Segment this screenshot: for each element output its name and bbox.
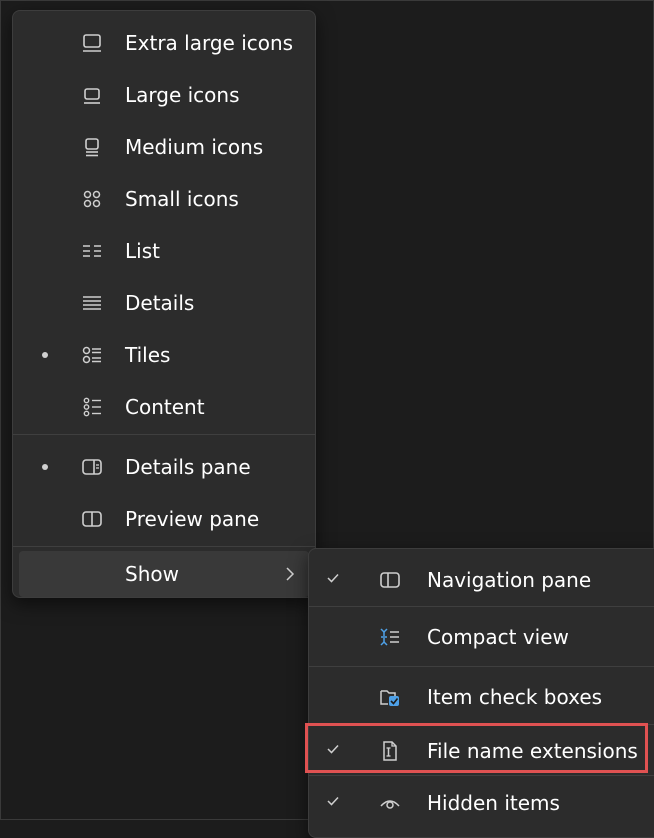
submenu-item-label: Item check boxes <box>427 685 603 709</box>
menu-item-show[interactable]: Show <box>19 551 309 597</box>
menu-item-tiles[interactable]: Tiles <box>19 329 309 381</box>
checkmark-icon <box>327 573 339 583</box>
submenu-item-navigation-pane[interactable]: Navigation pane <box>309 554 654 606</box>
menu-divider <box>309 606 654 607</box>
chevron-right-icon <box>286 567 295 581</box>
item-check-boxes-icon <box>380 690 399 706</box>
menu-item-label: Extra large icons <box>125 31 294 55</box>
menu-item-label: Show <box>125 562 179 586</box>
checkmark-icon <box>327 744 339 754</box>
hidden-items-icon <box>380 800 400 809</box>
list-icon <box>83 245 101 257</box>
details-pane-icon <box>82 459 102 475</box>
large-icons-icon <box>84 88 100 104</box>
submenu-item-label: File name extensions <box>427 739 638 763</box>
submenu-item-item-check-boxes[interactable]: Item check boxes <box>309 671 654 723</box>
menu-divider <box>309 666 654 667</box>
menu-item-label: Medium icons <box>125 135 264 159</box>
submenu-item-compact-view[interactable]: Compact view <box>309 611 654 663</box>
selected-bullet-icon <box>42 464 48 470</box>
menu-item-medium-icons[interactable]: Medium icons <box>19 121 309 173</box>
selected-bullet-icon <box>42 352 48 358</box>
menu-item-label: Small icons <box>125 187 239 211</box>
menu-item-label: Preview pane <box>125 507 260 531</box>
submenu-item-label: Hidden items <box>427 791 560 815</box>
menu-item-details-pane[interactable]: Details pane <box>19 441 309 493</box>
menu-divider <box>13 434 315 435</box>
menu-divider <box>13 546 315 547</box>
small-icons-icon <box>83 190 101 208</box>
extra-large-icons-icon <box>83 34 101 52</box>
menu-item-label: Large icons <box>125 83 240 107</box>
view-menu: Extra large icons Large icons Medium ico… <box>12 10 316 598</box>
menu-item-extra-large-icons[interactable]: Extra large icons <box>19 17 309 69</box>
menu-item-large-icons[interactable]: Large icons <box>19 69 309 121</box>
submenu-item-file-name-extensions[interactable]: File name extensions <box>309 725 654 777</box>
menu-item-label: Details pane <box>125 455 251 479</box>
menu-item-small-icons[interactable]: Small icons <box>19 173 309 225</box>
navigation-pane-icon <box>380 572 400 588</box>
file-name-extensions-icon <box>383 741 397 761</box>
checkmark-icon <box>327 796 339 806</box>
menu-item-details[interactable]: Details <box>19 277 309 329</box>
menu-item-label: Tiles <box>125 343 171 367</box>
content-icon <box>83 397 101 417</box>
tiles-icon <box>82 346 101 364</box>
menu-item-preview-pane[interactable]: Preview pane <box>19 493 309 545</box>
preview-pane-icon <box>82 511 102 527</box>
submenu-item-label: Compact view <box>427 625 569 649</box>
submenu-item-hidden-items[interactable]: Hidden items <box>309 777 654 829</box>
menu-item-label: Details <box>125 291 195 315</box>
menu-item-label: Content <box>125 395 205 419</box>
menu-item-content[interactable]: Content <box>19 381 309 433</box>
compact-view-icon <box>380 628 399 646</box>
details-icon <box>83 296 101 310</box>
menu-item-list[interactable]: List <box>19 225 309 277</box>
show-submenu: Navigation pane Compact view Item check … <box>308 548 654 838</box>
submenu-item-label: Navigation pane <box>427 568 592 592</box>
menu-divider <box>309 775 654 776</box>
menu-item-label: List <box>125 239 160 263</box>
medium-icons-icon <box>85 138 99 157</box>
